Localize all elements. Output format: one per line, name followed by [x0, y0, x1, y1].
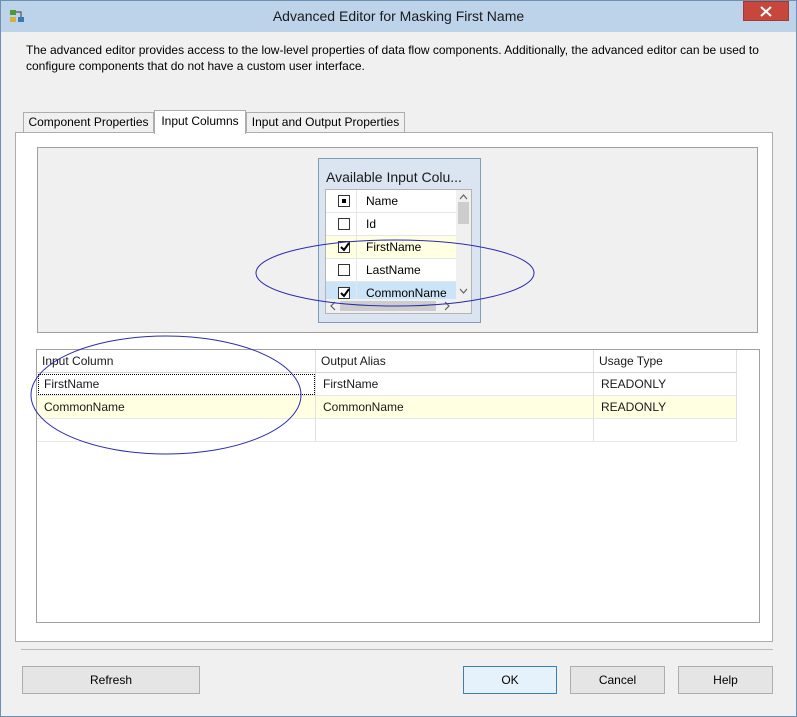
cell-input-column[interactable]: CommonName — [37, 396, 316, 419]
title-bar[interactable]: Advanced Editor for Masking First Name — [1, 1, 796, 32]
available-columns-list[interactable]: Name Id FirstName LastName CommonName — [325, 189, 472, 314]
vertical-scroll-thumb[interactable] — [458, 202, 469, 224]
list-item[interactable]: Id — [326, 213, 456, 236]
cancel-button[interactable]: Cancel — [570, 666, 665, 694]
tab-input-columns[interactable]: Input Columns — [154, 110, 246, 134]
column-checkbox-lastname[interactable] — [338, 264, 350, 276]
header-input-column[interactable]: Input Column — [37, 350, 316, 372]
help-button[interactable]: Help — [678, 666, 773, 694]
window-title: Advanced Editor for Masking First Name — [272, 8, 525, 24]
scroll-up-icon — [459, 194, 468, 200]
scroll-left-icon — [330, 301, 336, 311]
ok-button[interactable]: OK — [463, 666, 557, 694]
tab-input-and-output-properties[interactable]: Input and Output Properties — [246, 112, 405, 132]
button-separator — [21, 649, 773, 650]
list-item-label: LastName — [366, 263, 421, 277]
scroll-down-icon — [459, 288, 468, 294]
list-header-name: Name — [366, 194, 399, 208]
horizontal-scroll-thumb[interactable] — [340, 301, 436, 311]
selected-columns-grid[interactable]: Input Column Output Alias Usage Type Fir… — [36, 349, 760, 623]
list-item[interactable]: LastName — [326, 259, 456, 282]
select-all-checkbox[interactable] — [338, 195, 350, 207]
header-usage-type[interactable]: Usage Type — [594, 350, 737, 372]
list-item-label: FirstName — [366, 240, 422, 254]
close-button[interactable] — [743, 1, 789, 21]
header-output-alias[interactable]: Output Alias — [316, 350, 594, 372]
cell-input-column[interactable]: FirstName — [37, 373, 316, 396]
table-row[interactable]: CommonName CommonName READONLY — [37, 396, 737, 419]
cell-usage-type[interactable]: READONLY — [594, 396, 737, 419]
cell-output-alias-empty[interactable] — [316, 419, 594, 442]
column-checkbox-firstname[interactable] — [338, 241, 350, 253]
available-columns-title: Available Input Colu... — [326, 169, 462, 185]
list-item[interactable]: FirstName — [326, 236, 456, 259]
vertical-scrollbar[interactable] — [456, 190, 471, 300]
table-row-empty[interactable] — [37, 419, 737, 442]
checkmark-icon — [340, 242, 350, 252]
cell-output-alias[interactable]: CommonName — [316, 396, 594, 419]
tab-component-properties[interactable]: Component Properties — [23, 112, 154, 132]
close-icon — [760, 6, 772, 17]
checkmark-icon — [340, 288, 350, 298]
refresh-button[interactable]: Refresh — [22, 666, 200, 694]
cell-input-column-empty[interactable] — [37, 419, 316, 442]
list-header-row: Name — [326, 190, 456, 213]
cell-output-alias[interactable]: FirstName — [316, 373, 594, 396]
list-item-label: Id — [366, 217, 377, 231]
table-row[interactable]: FirstName FirstName READONLY — [37, 373, 737, 396]
list-item-label: CommonName — [366, 286, 447, 300]
column-checkbox-id[interactable] — [338, 218, 350, 230]
editor-description: The advanced editor provides access to t… — [26, 43, 759, 73]
column-checkbox-commonname[interactable] — [338, 287, 350, 299]
grid-header: Input Column Output Alias Usage Type — [37, 350, 737, 373]
cell-usage-type-empty[interactable] — [594, 419, 737, 442]
scroll-right-icon — [444, 301, 450, 311]
horizontal-scrollbar[interactable] — [326, 299, 471, 313]
cell-usage-type[interactable]: READONLY — [594, 373, 737, 396]
